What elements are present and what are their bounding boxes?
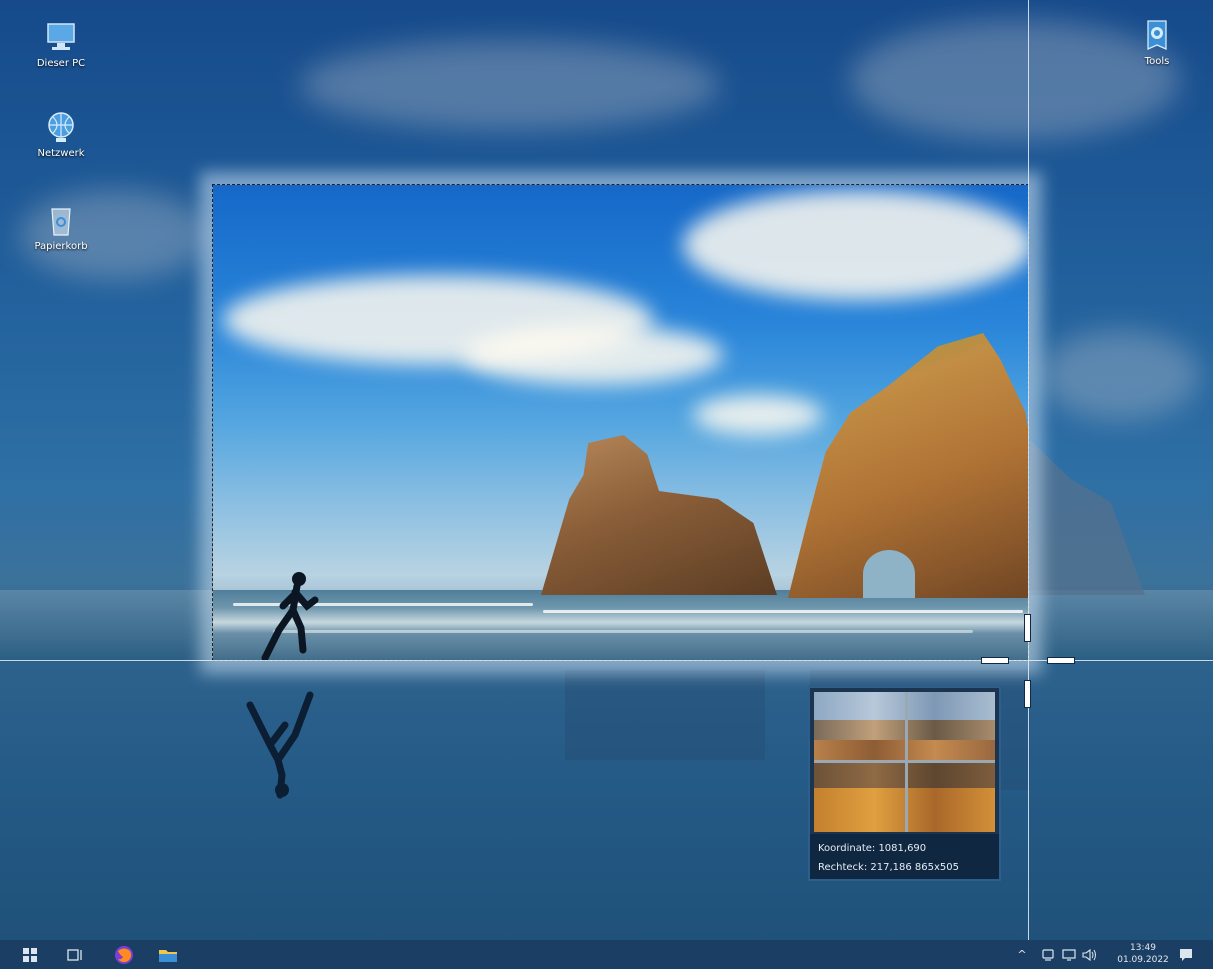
file-explorer-icon[interactable]	[150, 940, 186, 969]
desktop-icon-network[interactable]: Netzwerk	[28, 110, 94, 159]
selection-cloud	[463, 325, 723, 385]
crosshair-horizontal-line	[0, 660, 1213, 661]
taskbar-clock[interactable]: 13:49 01.09.2022	[1113, 942, 1173, 966]
runner-silhouette	[261, 572, 319, 660]
magnifier-zoom-view	[814, 692, 995, 832]
desktop-icon-recycle-bin[interactable]: Papierkorb	[28, 203, 94, 252]
crosshair-vertical-line	[1028, 0, 1029, 940]
coordinate-readout: Koordinate: 1081,690	[818, 843, 927, 854]
desktop-icon-label: Dieser PC	[36, 58, 86, 69]
firefox-icon[interactable]	[106, 940, 142, 969]
selection-cloud	[683, 190, 1028, 300]
network-status-icon[interactable]	[1059, 940, 1079, 969]
meet-now-icon[interactable]	[1038, 940, 1058, 969]
tools-shortcut-icon	[1140, 18, 1174, 52]
selection-sea	[213, 590, 1028, 660]
magnifier-crosshair-horizontal	[814, 760, 995, 763]
magnifier-panel: Koordinate: 1081,690 Rechteck: 217,186 8…	[808, 686, 1001, 881]
clock-time: 13:49	[1130, 943, 1156, 953]
clock-date: 01.09.2022	[1117, 955, 1169, 965]
desktop-icon-label: Papierkorb	[34, 241, 88, 252]
task-view-icon[interactable]	[57, 940, 93, 969]
rock-arch	[863, 550, 915, 598]
desktop-icon-this-pc[interactable]: Dieser PC	[28, 20, 94, 69]
resize-handle-right[interactable]	[1024, 614, 1031, 642]
volume-icon[interactable]	[1080, 940, 1100, 969]
capture-selection-region[interactable]	[212, 184, 1029, 661]
windows-start-icon[interactable]	[12, 940, 48, 969]
resize-handle-right-lower[interactable]	[1024, 680, 1031, 708]
desktop-icon-label: Tools	[1144, 56, 1170, 67]
resize-handle-bottom[interactable]	[981, 657, 1009, 664]
rectangle-readout: Rechteck: 217,186 865x505	[818, 862, 960, 873]
network-icon	[44, 110, 78, 144]
computer-icon	[44, 20, 78, 54]
taskbar: ^ 13:49 01.09.2022	[0, 940, 1213, 969]
desktop-icon-tools[interactable]: Tools	[1124, 18, 1190, 67]
notification-center-icon[interactable]	[1174, 940, 1198, 969]
recycle-bin-icon	[44, 203, 78, 237]
resize-handle-bottom-right[interactable]	[1047, 657, 1075, 664]
selection-cloud	[693, 395, 823, 435]
wave-foam	[543, 610, 1023, 613]
magnifier-info: Koordinate: 1081,690 Rechteck: 217,186 8…	[810, 834, 999, 879]
desktop-icon-label: Netzwerk	[37, 148, 85, 159]
tray-overflow-chevron[interactable]: ^	[1012, 940, 1032, 969]
wave-foam	[273, 630, 973, 633]
